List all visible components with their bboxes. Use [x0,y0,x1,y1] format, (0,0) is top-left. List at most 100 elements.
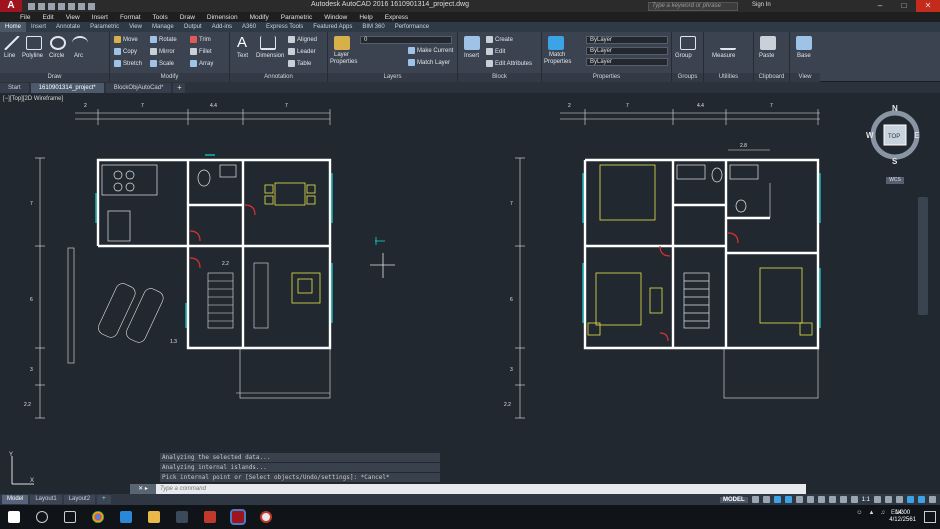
text-button[interactable]: Text [237,53,248,59]
annotation-panel-title[interactable]: Annotation [230,73,327,82]
polar-icon[interactable] [784,496,792,503]
tab-parametric[interactable]: Parametric [85,24,124,30]
customization-icon[interactable] [929,496,936,503]
tab-view[interactable]: View [124,24,147,30]
group-icon[interactable] [680,36,696,50]
otrack-icon[interactable] [806,496,814,503]
match-properties-icon[interactable] [548,36,564,50]
tab-bim-360[interactable]: BIM 360 [357,24,389,30]
hardware-acceleration-icon[interactable] [907,496,914,503]
copy-button[interactable]: Copy [114,48,137,55]
people-icon[interactable]: ☺ [856,510,862,516]
clipboard-panel-title[interactable]: Clipboard [754,73,789,82]
task-view-icon[interactable] [64,511,76,523]
add-layout-icon[interactable]: + [97,495,111,504]
paste-icon[interactable] [760,36,776,50]
base-button[interactable]: Base [797,53,811,59]
layout-tab-model[interactable]: Model [2,495,29,504]
tab-a360[interactable]: A360 [237,24,261,30]
minimize-icon[interactable]: – [868,0,892,12]
file-explorer-icon[interactable] [148,511,160,523]
layer-dropdown[interactable]: 0 [360,36,452,44]
viewcube-west[interactable]: W [866,131,874,140]
insert-button[interactable]: Insert [464,53,479,59]
snap-icon[interactable] [762,496,770,503]
color-dropdown[interactable]: ByLayer [586,36,668,44]
tab-performance[interactable]: Performance [390,24,434,30]
utilities-panel-title[interactable]: Utilities [704,73,753,82]
properties-panel-title[interactable]: Properties [542,73,671,82]
tab-express-tools[interactable]: Express Tools [261,24,308,30]
ortho-icon[interactable] [773,496,781,503]
store-icon[interactable] [176,511,188,523]
tab-add-ins[interactable]: Add-ins [207,24,237,30]
edit-button[interactable]: Edit [486,48,505,55]
mirror-button[interactable]: Mirror [150,48,175,55]
rotate-button[interactable]: Rotate [150,36,177,43]
wcs-menu[interactable]: WCS [886,177,904,184]
tab-home[interactable]: Home [0,22,27,32]
windows-start-icon[interactable] [8,511,20,523]
menu-draw[interactable]: Draw [180,14,195,21]
search-icon[interactable] [36,511,48,523]
leader-button[interactable]: Leader [288,48,316,55]
doc-tab-start[interactable]: Start [0,83,29,93]
measure-icon[interactable] [720,36,736,50]
grid-icon[interactable] [751,496,759,503]
notification-icon[interactable] [924,511,936,523]
undo-icon[interactable] [78,2,85,10]
tab-output[interactable]: Output [179,24,207,30]
drawing-viewport[interactable]: 2 7 4.4 7 2 7 4.4 7 7 6 3 2.2 7 6 3 2.2 … [0,93,940,493]
save-as-icon[interactable] [58,2,65,10]
match-properties-label-1[interactable]: Match [549,52,565,58]
menu-edit[interactable]: Edit [42,14,53,21]
layer-properties-label-2[interactable]: Properties [330,59,357,65]
edit-attributes-button[interactable]: Edit Attributes [486,60,532,67]
menu-tools[interactable]: Tools [153,14,168,21]
floor-plan-drawing[interactable]: 2 7 4.4 7 2 7 4.4 7 7 6 3 2.2 7 6 3 2.2 … [0,93,940,493]
clean-screen-icon[interactable] [918,496,925,503]
menu-help[interactable]: Help [359,14,372,21]
dimension-button[interactable]: Dimension [256,53,284,59]
viewport-controls-label[interactable]: [−][Top][2D Wireframe] [3,96,63,102]
menu-window[interactable]: Window [324,14,347,21]
match-layer-button[interactable]: Match Layer [408,59,450,66]
tab-manage[interactable]: Manage [147,24,179,30]
volume-icon[interactable]: ♫ [880,510,885,516]
osnap-icon[interactable] [795,496,803,503]
layout-tab-layout2[interactable]: Layout2 [63,495,96,504]
isolate-objects-icon[interactable] [896,496,903,503]
arc-button[interactable]: Arc [74,53,83,59]
insert-icon[interactable] [464,36,480,50]
selection-cycling-icon[interactable] [839,496,847,503]
layers-panel-title[interactable]: Layers [328,73,457,82]
layer-properties-label-1[interactable]: Layer [334,52,349,58]
match-properties-label-2[interactable]: Properties [544,59,571,65]
autocad-taskbar-icon[interactable] [230,509,246,525]
groups-panel-title[interactable]: Groups [672,73,703,82]
line-icon[interactable] [4,36,20,50]
maximize-icon[interactable]: □ [892,0,916,12]
view-panel-title[interactable]: View [790,73,820,82]
menu-format[interactable]: Format [120,14,141,21]
menu-parametric[interactable]: Parametric [281,14,312,21]
menu-insert[interactable]: Insert [92,14,108,21]
scale-button[interactable]: Scale [150,60,174,67]
menu-view[interactable]: View [66,14,80,21]
fillet-button[interactable]: Fillet [190,48,212,55]
workspace-gear-icon[interactable] [874,496,881,503]
recorder-icon[interactable] [260,511,272,523]
polyline-icon[interactable] [26,36,42,50]
trim-button[interactable]: Trim [190,36,211,43]
group-button[interactable]: Group [675,53,692,59]
create-button[interactable]: Create [486,36,513,43]
lineweight-icon[interactable] [817,496,825,503]
sign-in-button[interactable]: Sign In [752,2,771,8]
measure-button[interactable]: Measure [712,53,735,59]
plot-icon[interactable] [68,2,75,10]
transparency-icon[interactable] [828,496,836,503]
menu-dimension[interactable]: Dimension [207,14,238,21]
viewcube-east[interactable]: E [914,131,920,140]
redo-icon[interactable] [88,2,95,10]
layout-tab-layout1[interactable]: Layout1 [30,495,62,504]
